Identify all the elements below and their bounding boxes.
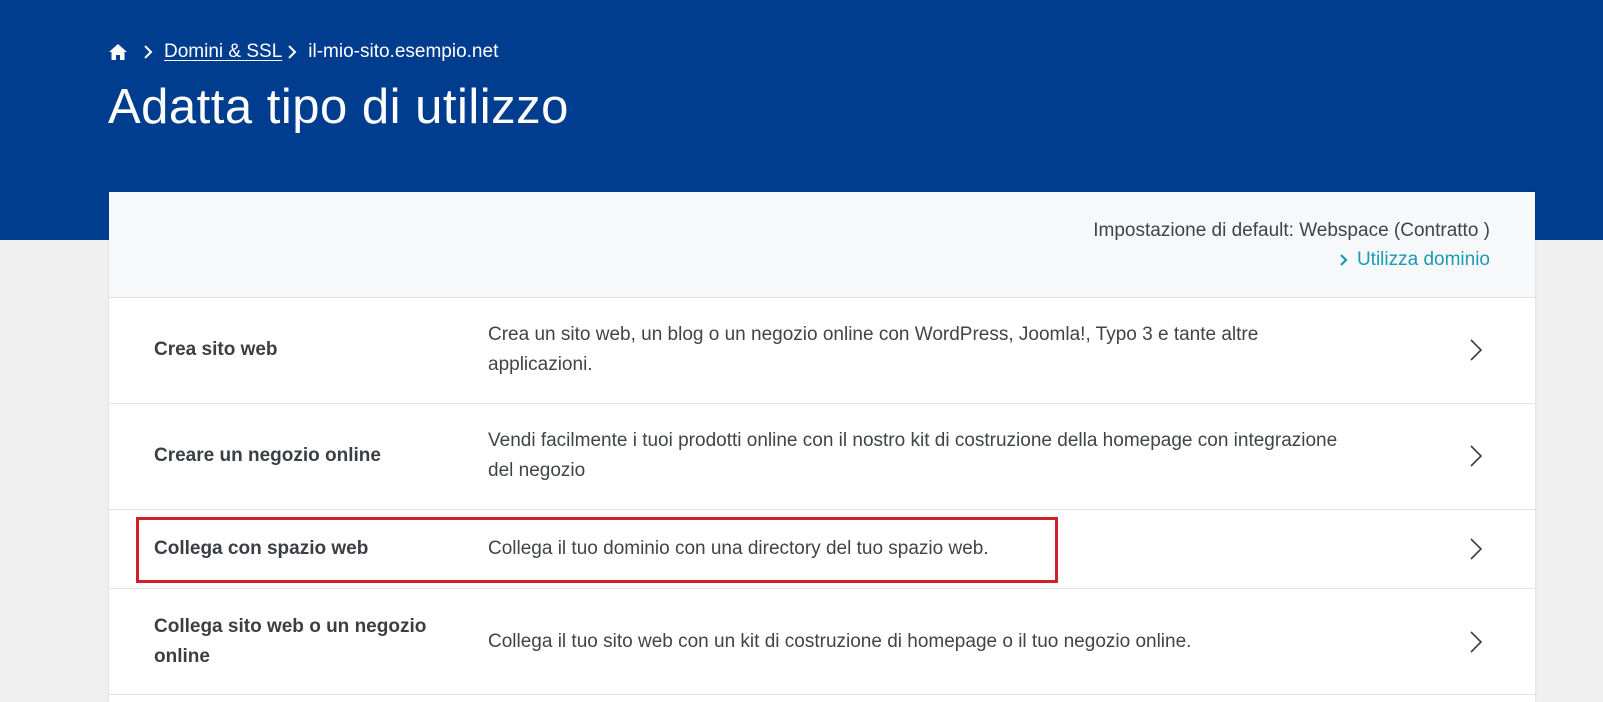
chevron-right-icon[interactable] [1469,630,1483,654]
option-title: Collega con spazio web [154,538,369,559]
use-domain-label: Utilizza dominio [1356,249,1490,270]
option-description: Collega il tuo dominio con una directory… [488,538,989,559]
breadcrumb: Domini & SSL il-mio-sito.esempio.net [108,40,498,64]
card-header: Impostazione di default: Webspace (Contr… [109,192,1535,298]
option-row-connect-webspace[interactable]: Collega con spazio web Collega il tuo do… [109,510,1535,589]
chevron-right-icon [288,45,297,59]
default-setting-text: Impostazione di default: Webspace (Contr… [1093,220,1490,241]
option-title: Crea sito web [154,339,278,360]
option-description: Vendi facilmente i tuoi prodotti online … [488,430,1338,481]
page-title: Adatta tipo di utilizzo [108,80,569,134]
option-row-create-shop[interactable]: Creare un negozio online Vendi facilment… [109,404,1535,510]
option-title: Creare un negozio online [154,445,381,466]
chevron-right-icon[interactable] [1469,338,1483,362]
breadcrumb-current: il-mio-sito.esempio.net [308,41,499,62]
chevron-right-icon [1340,254,1348,266]
option-description: Crea un sito web, un blog o un negozio o… [488,324,1259,375]
home-icon[interactable] [108,42,128,62]
breadcrumb-link-domains[interactable]: Domini & SSL [164,41,282,63]
option-row-connect-website-shop[interactable]: Collega sito web o un negozio online Col… [109,589,1535,695]
use-domain-link[interactable]: Utilizza dominio [1339,249,1490,271]
chevron-right-icon[interactable] [1469,444,1483,468]
chevron-right-icon [144,45,153,59]
usage-card: Impostazione di default: Webspace (Contr… [109,192,1535,702]
option-row-create-website[interactable]: Crea sito web Crea un sito web, un blog … [109,298,1535,404]
chevron-right-icon[interactable] [1469,537,1483,561]
option-title: Collega sito web o un negozio online [154,616,427,667]
option-description: Collega il tuo sito web con un kit di co… [488,631,1192,652]
